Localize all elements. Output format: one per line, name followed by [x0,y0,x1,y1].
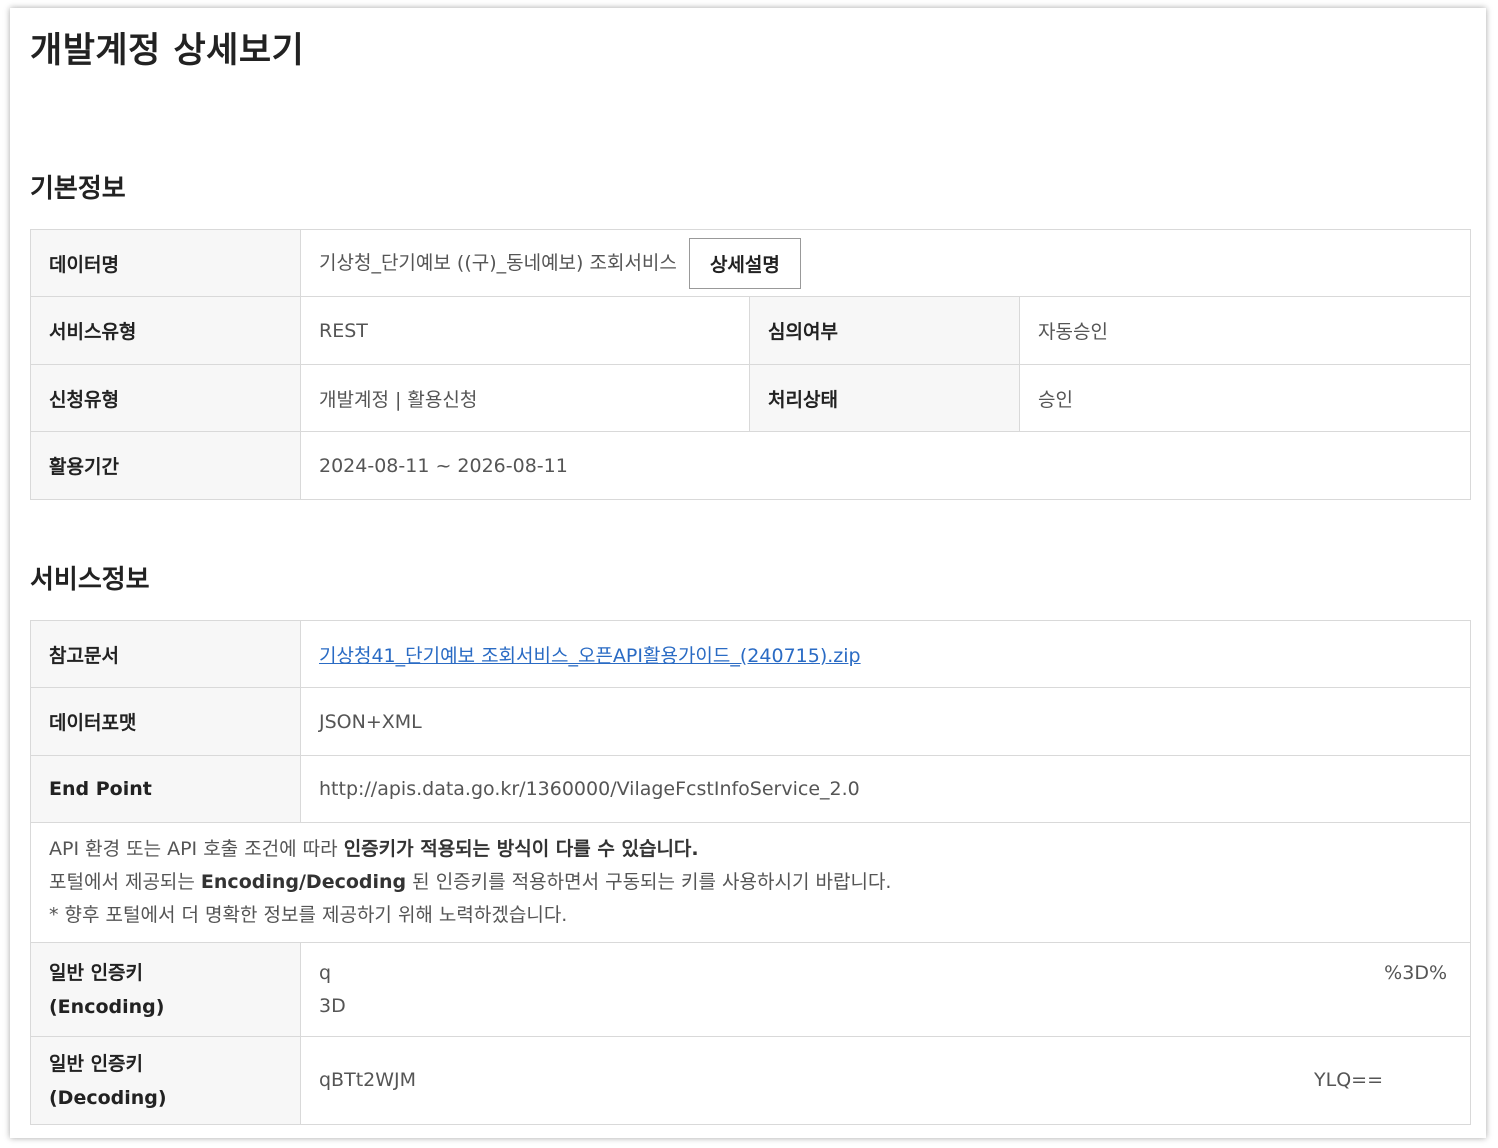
service-type-label: 서비스유형 [30,296,301,365]
review-label: 심의여부 [749,296,1020,365]
row-period: 활용기간 2024-08-11 ~ 2026-08-11 [30,431,1471,500]
period-value: 2024-08-11 ~ 2026-08-11 [300,431,1471,500]
key-decoding-label: 일반 인증키 (Decoding) [30,1036,301,1125]
status-label: 처리상태 [749,364,1020,432]
key-encoding-value[interactable]: q %3D% 3D [300,942,1471,1037]
request-type-value: 개발계정 | 활용신청 [300,364,750,432]
key-decoding-start: qBTt2WJM [319,1069,417,1091]
basic-info-table: 데이터명 기상청_단기예보 ((구)_동네예보) 조회서비스 상세설명 서비스유… [30,229,1471,500]
endpoint-label: End Point [30,755,301,823]
ref-doc-link[interactable]: 기상청41_단기예보 조회서비스_오픈API활용가이드_(240715).zip [319,645,861,667]
key-encoding-line-2: 3D [319,994,346,1017]
key-encoding-end: %3D% [1384,961,1447,984]
format-value: JSON+XML [300,687,1471,756]
detail-button[interactable]: 상세설명 [688,237,801,289]
key-decoding-value[interactable]: qBTt2WJM YLQ== [300,1036,1471,1125]
row-data-name: 데이터명 기상청_단기예보 ((구)_동네예보) 조회서비스 상세설명 [30,229,1471,297]
section-title-basic: 기본정보 [30,174,126,204]
format-label: 데이터포맷 [30,687,301,756]
page-title: 개발계정 상세보기 [30,31,305,71]
data-name-label: 데이터명 [30,229,301,297]
notice-line-3: * 향후 포털에서 더 명확한 정보를 제공하기 위해 노력하겠습니다. [49,904,568,926]
ref-doc-cell: 기상청41_단기예보 조회서비스_오픈API활용가이드_(240715).zip [300,620,1471,688]
status-value: 승인 [1019,364,1471,432]
key-decoding-label-line2: (Decoding) [49,1086,167,1109]
key-encoding-start: q [319,961,332,984]
notice-line-2-text-c: 된 인증키를 적용하면서 구동되는 키를 사용하시기 바랍니다. [406,871,892,893]
key-decoding-line: qBTt2WJM YLQ== [319,1064,1383,1097]
row-notice: API 환경 또는 API 호출 조건에 따라 인증키가 적용되는 방식이 다를… [30,822,1471,943]
notice-line-2-bold: Encoding/Decoding [200,871,407,893]
row-service-type: 서비스유형 REST 심의여부 자동승인 [30,296,1471,365]
row-request-type: 신청유형 개발계정 | 활용신청 처리상태 승인 [30,364,1471,432]
notice-line-2: 포털에서 제공되는 Encoding/Decoding 된 인증키를 적용하면서… [49,866,1452,899]
request-type-label: 신청유형 [30,364,301,432]
service-type-value: REST [300,296,750,365]
service-info-table: 참고문서 기상청41_단기예보 조회서비스_오픈API활용가이드_(240715… [30,620,1471,1125]
row-key-encoding: 일반 인증키 (Encoding) q %3D% 3D [30,942,1471,1037]
endpoint-value: http://apis.data.go.kr/1360000/VilageFcs… [300,755,1471,823]
notice-line-1: API 환경 또는 API 호출 조건에 따라 인증키가 적용되는 방식이 다를… [49,833,1452,866]
period-label: 활용기간 [30,431,301,500]
notice-line-2-text-a: 포털에서 제공되는 [49,871,201,893]
ref-doc-label: 참고문서 [30,620,301,688]
notice-line-1-text: API 환경 또는 API 호출 조건에 따라 [49,838,344,860]
data-name-value: 기상청_단기예보 ((구)_동네예보) 조회서비스 [319,251,677,274]
key-encoding-label-line1: 일반 인증키 [49,961,144,984]
section-title-service: 서비스정보 [30,565,150,595]
review-value: 자동승인 [1019,296,1471,365]
page-frame: 개발계정 상세보기 기본정보 데이터명 기상청_단기예보 ((구)_동네예보) … [10,8,1486,1138]
key-encoding-line-1: q %3D% [319,957,1447,990]
notice-line-1-bold: 인증키가 적용되는 방식이 다를 수 있습니다. [343,838,699,860]
key-encoding-label: 일반 인증키 (Encoding) [30,942,301,1037]
row-key-decoding: 일반 인증키 (Decoding) qBTt2WJM YLQ== [30,1036,1471,1125]
key-decoding-label-line1: 일반 인증키 [49,1052,144,1075]
key-decoding-end: YLQ== [1314,1069,1383,1091]
row-endpoint: End Point http://apis.data.go.kr/1360000… [30,755,1471,823]
key-encoding-label-line2: (Encoding) [49,995,165,1018]
data-name-cell: 기상청_단기예보 ((구)_동네예보) 조회서비스 상세설명 [300,229,1471,297]
row-format: 데이터포맷 JSON+XML [30,687,1471,756]
notice-cell: API 환경 또는 API 호출 조건에 따라 인증키가 적용되는 방식이 다를… [30,822,1471,943]
row-ref-doc: 참고문서 기상청41_단기예보 조회서비스_오픈API활용가이드_(240715… [30,620,1471,688]
